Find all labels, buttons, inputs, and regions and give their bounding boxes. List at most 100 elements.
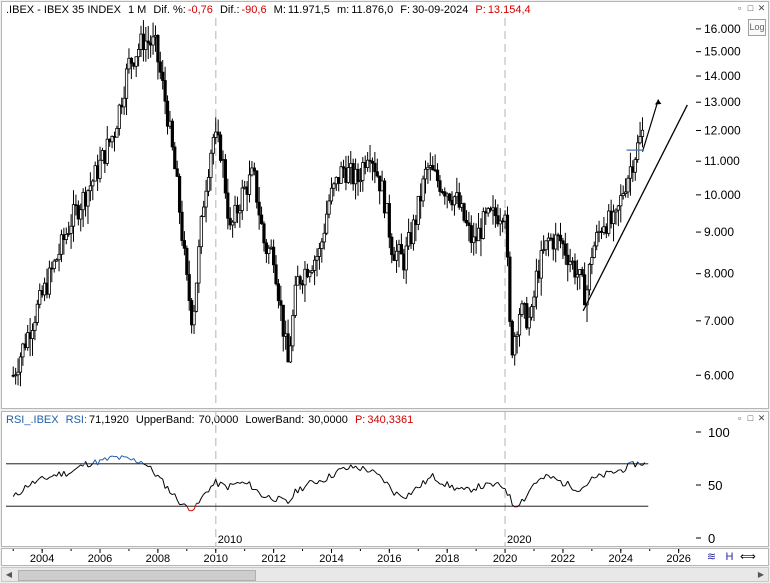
candle-body: [231, 221, 235, 226]
rsi-segment: [451, 484, 455, 491]
candle-body: [202, 206, 206, 217]
rsi-segment: [198, 497, 202, 504]
rsi-segment: [258, 492, 262, 498]
candle-body: [452, 196, 457, 206]
rsi-segment: [186, 505, 190, 511]
rsi-segment: [586, 481, 590, 486]
candle-body: [288, 345, 293, 363]
rsi-segment: [32, 480, 36, 484]
candle-body: [481, 211, 485, 239]
rsi-segment: [319, 479, 323, 482]
rsi-segment: [12, 492, 17, 497]
rsi-segment: [292, 488, 296, 498]
candle-body: [595, 232, 599, 247]
rsi-segment: [622, 469, 626, 473]
rsi-segment: [454, 487, 458, 491]
rsi-segment: [401, 496, 405, 499]
y-tick-label: 16.000: [704, 22, 741, 36]
candle-body: [69, 225, 73, 234]
candle-body: [312, 259, 317, 271]
scroll-left-icon[interactable]: ◀: [3, 569, 15, 580]
x-tick-label: 2024: [609, 553, 633, 565]
rsi-segment: [41, 475, 45, 480]
candle-body: [170, 120, 174, 148]
time-axis[interactable]: 2004 2006 2008 2010 2012 2014 2016 2018 2020 2022…: [1, 548, 769, 566]
y-tick-label: 9.000: [704, 225, 734, 239]
x-tick-label: 2006: [88, 553, 112, 565]
scroll-right-icon[interactable]: ▶: [755, 569, 767, 580]
rsi-segment: [497, 482, 501, 487]
candle-body: [563, 243, 567, 256]
rsi-segment: [432, 473, 436, 481]
candle-body: [325, 213, 329, 234]
rsi-segment: [157, 474, 161, 479]
candle-body: [259, 214, 264, 225]
x-tick-label: 2020: [493, 553, 517, 565]
rsi-segment: [49, 476, 52, 478]
rsi-segment: [574, 489, 578, 493]
cursor-toolbar-icon[interactable]: H: [722, 550, 737, 564]
rsi-segment: [328, 473, 332, 478]
horizontal-scrollbar[interactable]: ◀ ▶: [1, 567, 769, 582]
rsi-segment: [234, 481, 238, 485]
rsi-segment: [598, 473, 602, 476]
rsi-segment: [610, 470, 614, 474]
projection-arrow-line: [641, 99, 659, 152]
candle-body: [493, 207, 498, 217]
price-pane[interactable]: .IBEX - IBEX 35 INDEX 1 M Dif. %: -0,76 D…: [1, 1, 769, 409]
rsi-pane[interactable]: RSI_.IBEX RSI: 71,1920 UpperBand: 70,0000 …: [1, 411, 769, 547]
candle-body: [194, 282, 199, 312]
rsi-segment: [24, 484, 29, 488]
candle-body: [216, 131, 220, 136]
rsi-segment: [78, 464, 82, 468]
separator-year-label: 2010: [218, 534, 242, 546]
candle-body: [387, 203, 391, 238]
candle-body: [240, 187, 244, 211]
rsi-segment: [625, 463, 629, 471]
candle-body: [177, 176, 182, 213]
rsi-segment: [136, 461, 139, 464]
price-chart: 6.000 7.000 8.000 9.000 10.000 11.000 12.000 13…: [11, 18, 741, 406]
rsi-segment: [603, 470, 607, 478]
rsi-segment: [420, 480, 424, 488]
rsi-segment: [384, 481, 388, 484]
rsi-segment: [523, 496, 528, 502]
candle-body: [544, 240, 548, 251]
candle-body: [129, 57, 133, 64]
rsi-segment: [46, 477, 50, 480]
rsi-segment: [133, 458, 137, 463]
rsi-segment: [181, 503, 185, 505]
candle-body: [399, 244, 403, 255]
rsi-segment: [627, 461, 631, 464]
candle-body: [16, 371, 20, 376]
rsi-segment: [162, 478, 166, 489]
rsi-segment: [299, 486, 303, 492]
trendline: [582, 104, 688, 312]
rsi-segment: [174, 493, 178, 501]
candle-body: [561, 240, 565, 245]
rsi-segment: [470, 488, 475, 493]
rsi-segment: [22, 485, 26, 492]
rsi-segment: [545, 473, 549, 476]
rsi-segment: [519, 498, 523, 506]
candle-body: [394, 250, 399, 261]
y-tick-label: 10.000: [704, 188, 741, 202]
candle-body: [192, 310, 196, 326]
rsi-toolbar-icon[interactable]: ≋: [704, 550, 719, 564]
candle-body: [517, 314, 522, 336]
rsi-segment: [405, 492, 410, 499]
sync-toolbar-icon[interactable]: ⟺: [740, 550, 756, 564]
rsi-segment: [396, 491, 400, 495]
rsi-segment: [242, 481, 245, 484]
scroll-thumb[interactable]: [18, 570, 256, 581]
rsi-segment: [302, 486, 306, 492]
candle-body: [640, 129, 645, 137]
rsi-segment: [637, 461, 641, 466]
rsi-segment: [331, 476, 335, 479]
x-tick-label: 2016: [377, 553, 401, 565]
rsi-segment: [34, 480, 38, 484]
candle-body: [431, 165, 435, 171]
rsi-segment: [203, 491, 207, 495]
rsi-segment: [548, 475, 552, 479]
candle-body: [636, 142, 640, 160]
